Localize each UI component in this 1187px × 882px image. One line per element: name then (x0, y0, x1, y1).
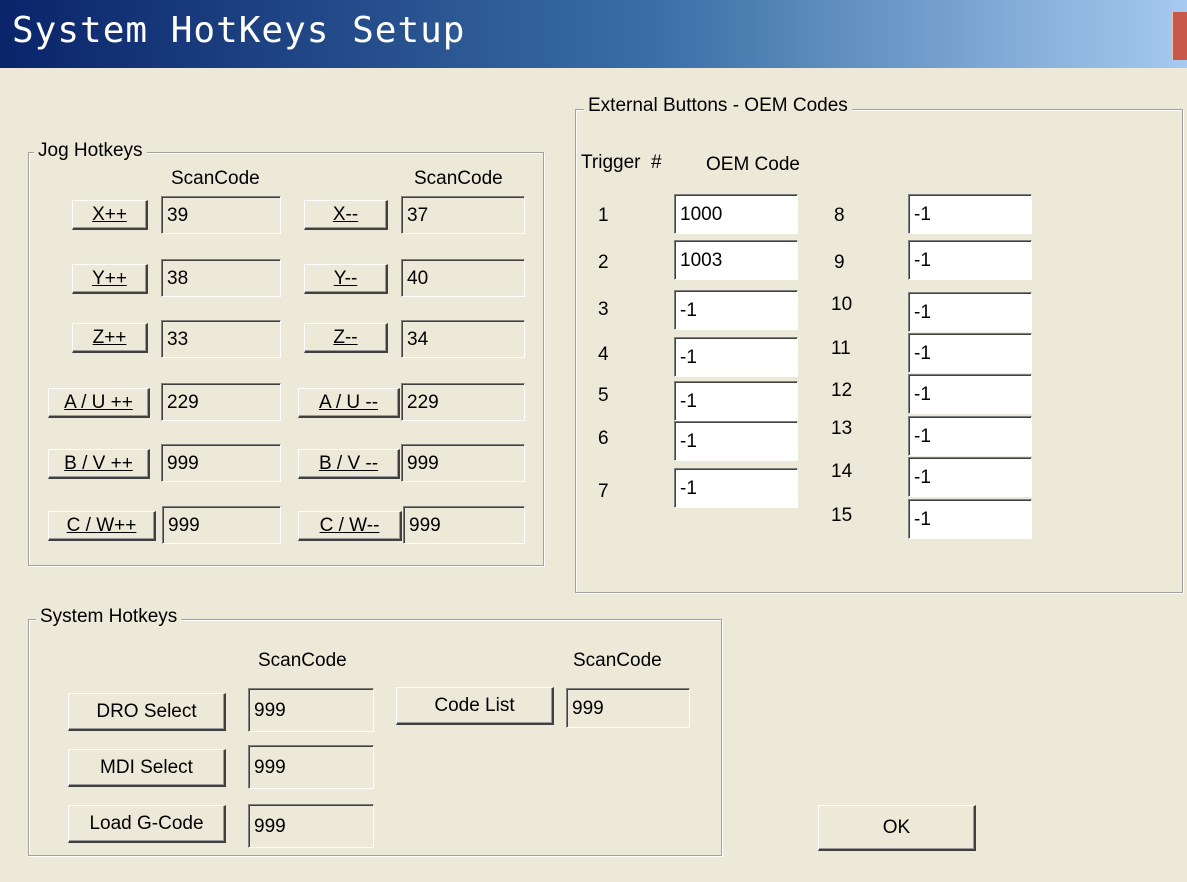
trigger-12-oem-code[interactable] (908, 374, 1032, 414)
window-title: System HotKeys Setup (12, 10, 466, 51)
jog-z-plus-scancode[interactable] (161, 320, 281, 358)
load-gcode-button[interactable]: Load G-Code (68, 805, 226, 843)
jog-bv-minus-button[interactable]: B / V -- (298, 449, 400, 479)
trigger-13-label: 13 (831, 418, 853, 439)
jog-scancode-header-1: ScanCode (171, 168, 260, 189)
jog-scancode-header-2: ScanCode (414, 168, 503, 189)
jog-x-minus-scancode[interactable] (401, 196, 525, 234)
trigger-1-oem-code[interactable] (674, 194, 798, 234)
code-list-scancode[interactable] (566, 688, 690, 728)
system-scancode-header-2: ScanCode (573, 650, 662, 671)
jog-z-plus-button[interactable]: Z++ (72, 323, 148, 353)
jog-bv-minus-scancode[interactable] (401, 444, 525, 482)
close-button-edge[interactable] (1172, 12, 1187, 60)
system-hotkeys-legend: System Hotkeys (36, 606, 182, 628)
jog-x-plus-button[interactable]: X++ (72, 200, 148, 230)
jog-cw-minus-scancode[interactable] (403, 506, 525, 544)
jog-y-minus-scancode[interactable] (401, 259, 525, 297)
external-buttons-group (575, 109, 1183, 593)
mdi-select-scancode[interactable] (248, 745, 374, 789)
trigger-8-label: 8 (834, 205, 845, 226)
jog-x-plus-scancode[interactable] (161, 196, 281, 234)
jog-z-minus-scancode[interactable] (401, 320, 525, 358)
trigger-10-oem-code[interactable] (908, 292, 1032, 332)
jog-au-plus-scancode[interactable] (161, 383, 281, 421)
trigger-3-label: 3 (598, 299, 609, 320)
trigger-14-oem-code[interactable] (908, 457, 1032, 497)
jog-y-plus-button[interactable]: Y++ (72, 264, 148, 294)
ok-button[interactable]: OK (818, 805, 976, 851)
trigger-6-oem-code[interactable] (674, 421, 798, 461)
trigger-9-label: 9 (834, 252, 845, 273)
trigger-15-label: 15 (831, 505, 853, 526)
trigger-13-oem-code[interactable] (908, 416, 1032, 456)
trigger-4-label: 4 (598, 344, 609, 365)
trigger-3-oem-code[interactable] (674, 290, 798, 330)
external-buttons-legend: External Buttons - OEM Codes (584, 95, 852, 117)
system-scancode-header-1: ScanCode (258, 650, 347, 671)
jog-y-minus-button[interactable]: Y-- (304, 264, 388, 294)
trigger-6-label: 6 (598, 428, 609, 449)
oem-code-header: OEM Code (706, 154, 800, 175)
trigger-8-oem-code[interactable] (908, 194, 1032, 234)
load-gcode-scancode[interactable] (248, 804, 374, 848)
trigger-1-label: 1 (598, 205, 609, 226)
jog-z-minus-button[interactable]: Z-- (304, 323, 388, 353)
trigger-11-oem-code[interactable] (908, 333, 1032, 373)
trigger-12-label: 12 (831, 380, 853, 401)
jog-bv-plus-button[interactable]: B / V ++ (48, 449, 150, 479)
jog-cw-plus-button[interactable]: C / W++ (48, 511, 156, 541)
jog-bv-plus-scancode[interactable] (161, 444, 281, 482)
dro-select-button[interactable]: DRO Select (68, 693, 226, 731)
jog-hotkeys-legend: Jog Hotkeys (34, 140, 147, 162)
code-list-button[interactable]: Code List (396, 687, 554, 725)
trigger-10-label: 10 (831, 294, 853, 315)
trigger-4-oem-code[interactable] (674, 337, 798, 377)
jog-au-plus-button[interactable]: A / U ++ (48, 388, 150, 418)
dro-select-scancode[interactable] (248, 688, 374, 732)
trigger-2-label: 2 (598, 252, 609, 273)
jog-au-minus-button[interactable]: A / U -- (298, 388, 400, 418)
trigger-5-oem-code[interactable] (674, 381, 798, 421)
jog-cw-minus-button[interactable]: C / W-- (298, 511, 402, 541)
trigger-5-label: 5 (598, 385, 609, 406)
mdi-select-button[interactable]: MDI Select (68, 749, 226, 787)
jog-y-plus-scancode[interactable] (161, 259, 281, 297)
trigger-15-oem-code[interactable] (908, 499, 1032, 539)
jog-au-minus-scancode[interactable] (401, 383, 525, 421)
trigger-number-header: Trigger # (581, 152, 662, 173)
trigger-9-oem-code[interactable] (908, 240, 1032, 280)
jog-cw-plus-scancode[interactable] (162, 506, 281, 544)
jog-x-minus-button[interactable]: X-- (304, 200, 388, 230)
trigger-7-label: 7 (598, 481, 609, 502)
trigger-14-label: 14 (831, 461, 853, 482)
trigger-7-oem-code[interactable] (674, 468, 798, 508)
trigger-2-oem-code[interactable] (674, 240, 798, 280)
trigger-11-label: 11 (831, 338, 851, 359)
